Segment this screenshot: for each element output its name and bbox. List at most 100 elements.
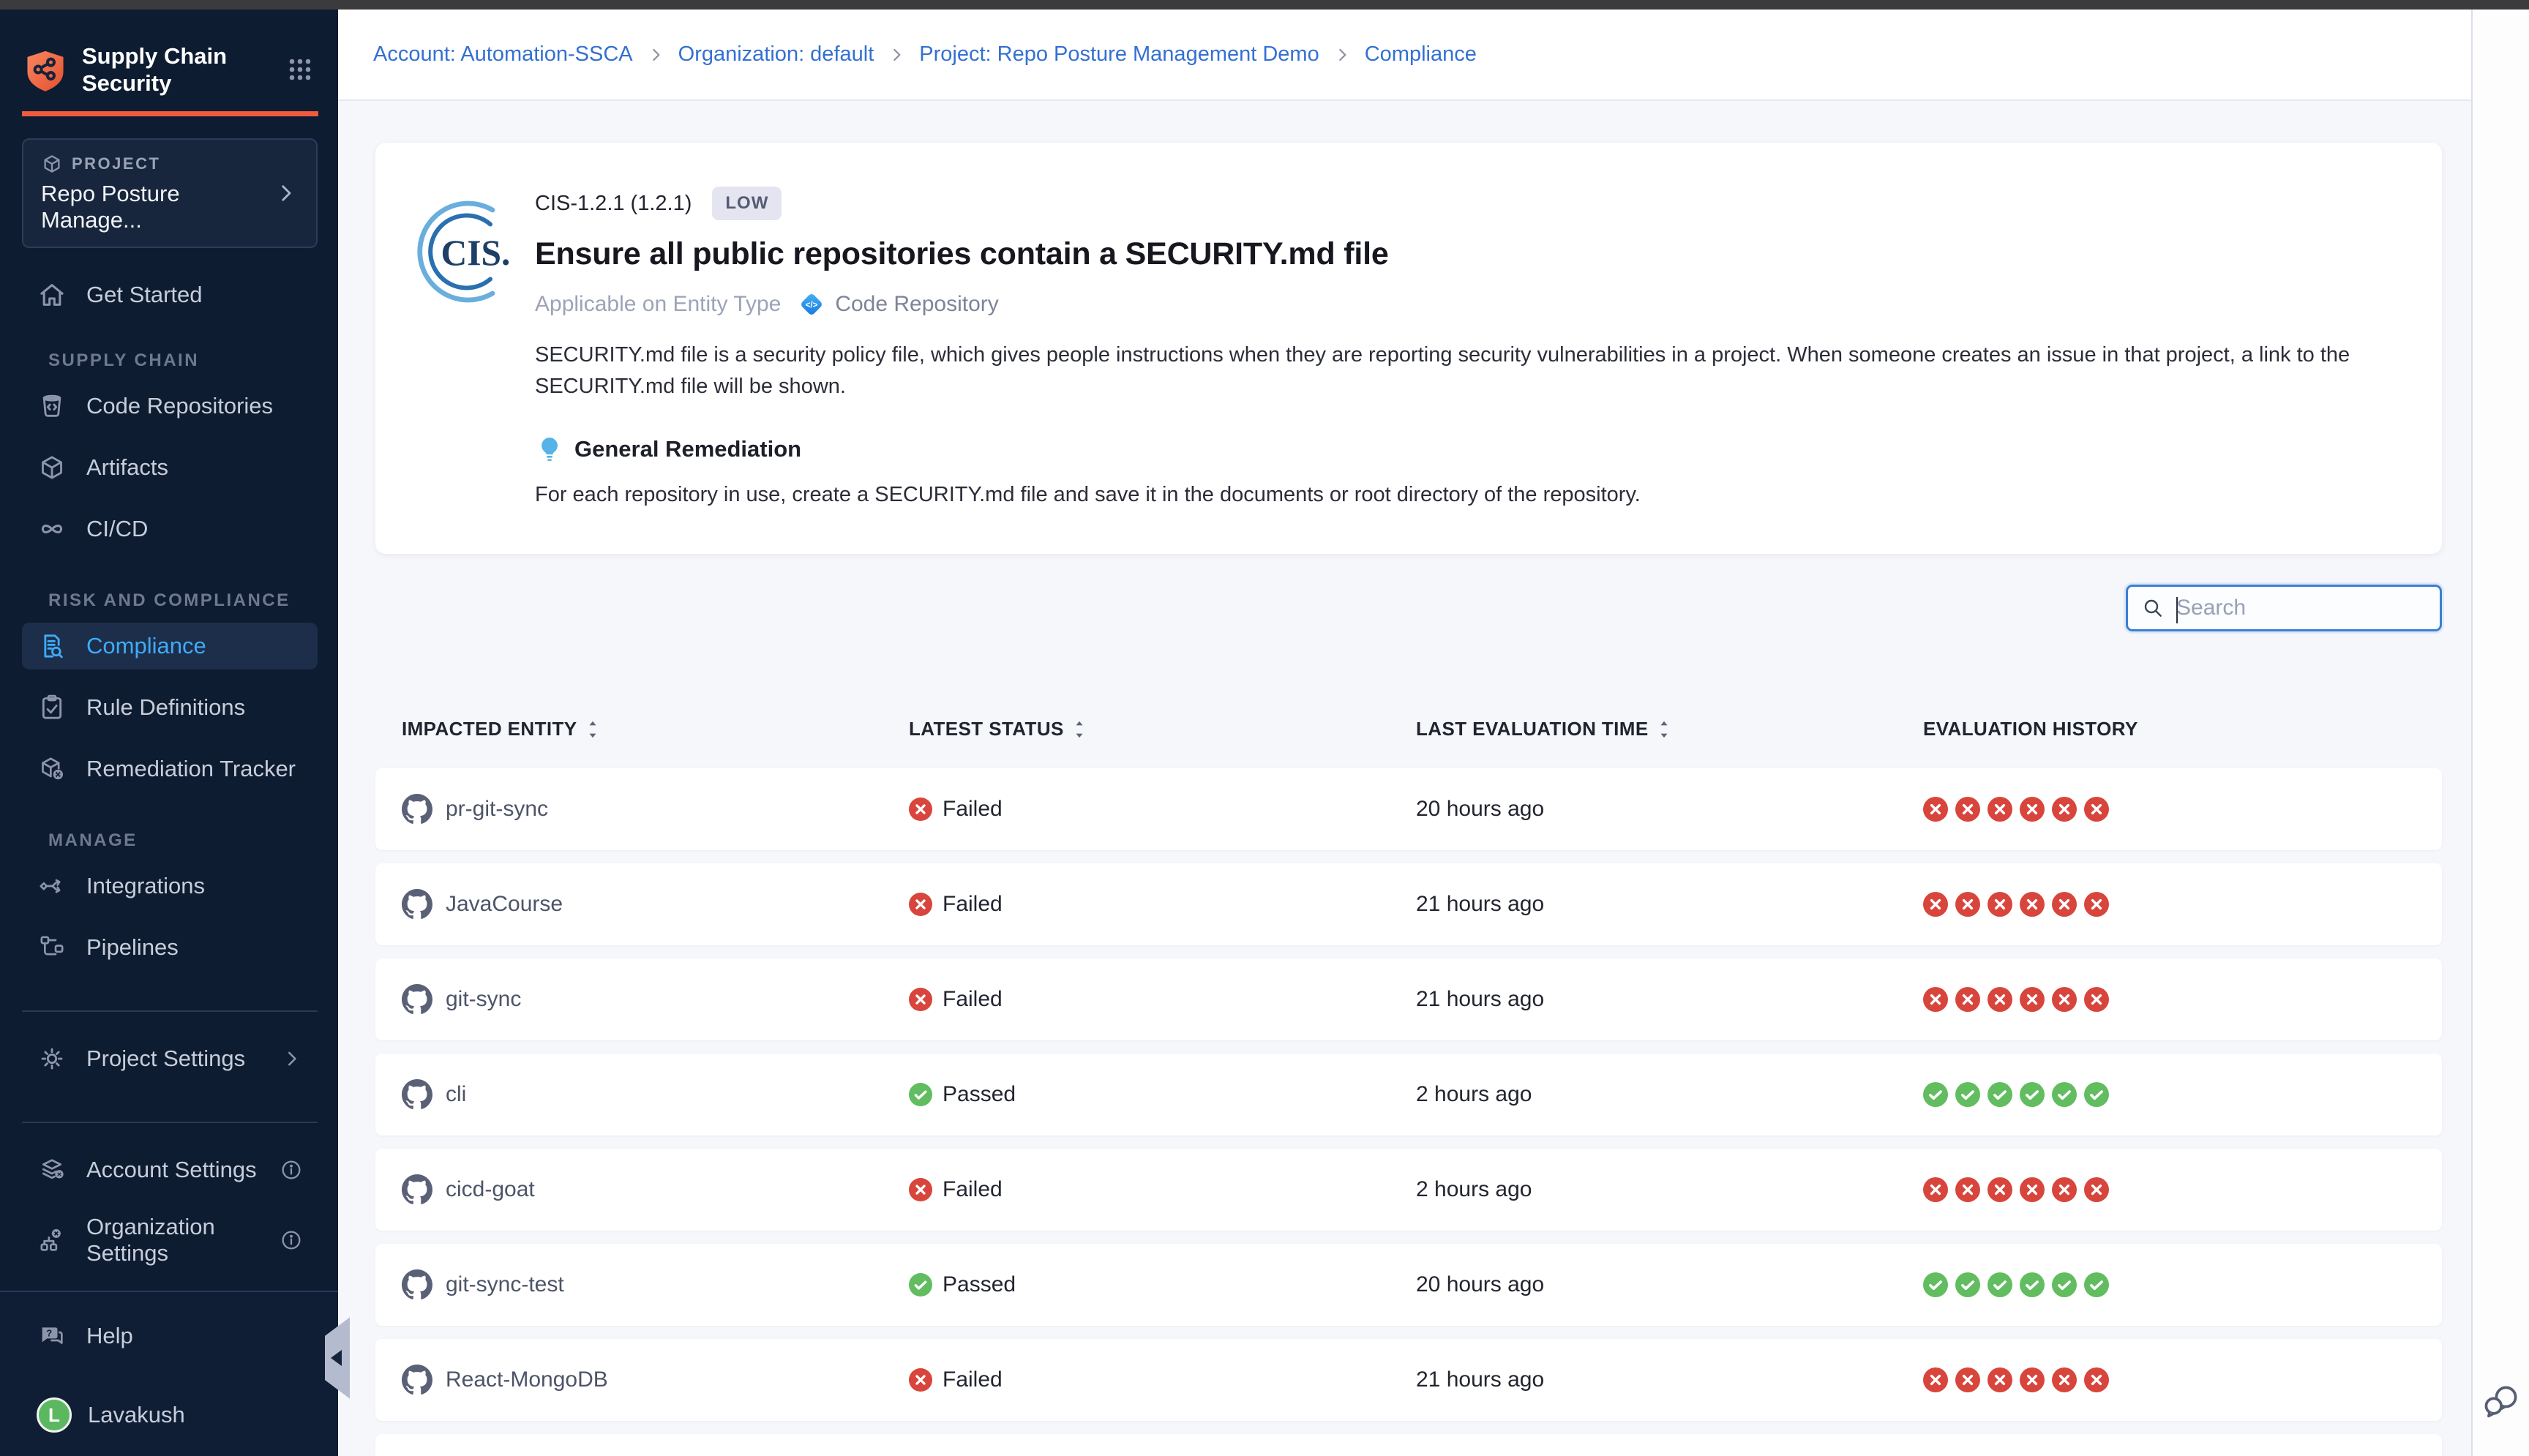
sidebar-item-account-settings[interactable]: Account Settings <box>22 1147 318 1193</box>
entity-name-link[interactable]: JavaCourse <box>446 892 563 917</box>
github-icon <box>402 1365 432 1395</box>
evaluation-history <box>1923 1082 2416 1107</box>
section-title-supply-chain: SUPPLY CHAIN <box>48 350 338 371</box>
entity-name-link[interactable]: cli <box>446 1082 466 1107</box>
entity-name-link[interactable]: cicd-goat <box>446 1177 535 1202</box>
history-fail-icon <box>1923 987 1948 1012</box>
entity-name-link[interactable]: React-MongoDB <box>446 1367 608 1392</box>
svg-text:CIS.: CIS. <box>441 233 511 273</box>
product-logo-row: Supply Chain Security <box>0 10 338 97</box>
history-fail-icon <box>2084 892 2109 917</box>
compliance-document-icon <box>37 631 67 661</box>
table-row[interactable]: git-sync-test Passed 20 hours ago <box>375 1244 2442 1326</box>
gear-icon <box>37 1043 67 1074</box>
latest-status-cell: Failed <box>909 1177 1416 1202</box>
history-pass-icon <box>2020 1082 2045 1107</box>
sidebar-item-get-started[interactable]: Get Started <box>22 271 318 318</box>
infinity-icon <box>37 514 67 544</box>
sidebar-item-help[interactable]: ? Help <box>22 1313 318 1359</box>
table-row[interactable]: cli Passed 2 hours ago <box>375 1054 2442 1136</box>
sidebar-item-pipelines[interactable]: Pipelines <box>22 924 318 971</box>
table-row[interactable]: git-sync Failed 21 hours ago <box>375 958 2442 1040</box>
sidebar-item-compliance[interactable]: Compliance <box>22 623 318 669</box>
status-icon <box>909 1083 932 1106</box>
table-row[interactable]: cicd-goat Failed 2 hours ago <box>375 1149 2442 1231</box>
info-icon[interactable] <box>280 1228 303 1252</box>
column-header-last-evaluation-time[interactable]: LAST EVALUATION TIME <box>1416 718 1923 740</box>
status-label: Failed <box>943 892 1003 917</box>
column-header-latest-status[interactable]: LATEST STATUS <box>909 718 1416 740</box>
code-repositories-icon <box>37 391 67 421</box>
layers-gear-icon <box>37 1155 67 1185</box>
chevron-right-icon <box>1333 45 1352 64</box>
sidebar-item-label: Help <box>86 1323 133 1349</box>
status-icon <box>909 988 932 1011</box>
cube-icon <box>41 153 63 175</box>
home-icon <box>37 279 67 310</box>
project-selector[interactable]: PROJECT Repo Posture Manage... <box>22 138 318 248</box>
table-row[interactable]: React-MongoDB Failed 21 hours ago <box>375 1339 2442 1421</box>
entity-name-link[interactable]: git-sync-test <box>446 1272 564 1297</box>
history-fail-icon <box>2020 797 2045 822</box>
supply-chain-security-logo-icon <box>22 46 69 93</box>
entity-name-link[interactable]: git-sync <box>446 987 521 1012</box>
rule-title: Ensure all public repositories contain a… <box>535 236 2398 272</box>
status-icon <box>909 1273 932 1296</box>
sidebar-item-label: Account Settings <box>86 1157 257 1183</box>
status-label: Failed <box>943 797 1003 822</box>
info-icon[interactable] <box>280 1158 303 1182</box>
github-icon <box>402 1174 432 1205</box>
product-title: Supply Chain Security <box>82 42 228 97</box>
sort-icon[interactable] <box>1657 718 1671 740</box>
sidebar-item-integrations[interactable]: Integrations <box>22 863 318 909</box>
support-chat-icon[interactable] <box>2481 1381 2522 1422</box>
box-gear-icon <box>37 754 67 784</box>
lightbulb-icon <box>535 435 564 464</box>
search-input[interactable] <box>2176 596 2427 620</box>
history-pass-icon <box>2084 1272 2109 1297</box>
app-switcher-grid-icon[interactable] <box>284 53 316 86</box>
remediation-text: For each repository in use, create a SEC… <box>535 483 2398 507</box>
sort-icon[interactable] <box>586 718 599 740</box>
table-row[interactable]: pr-git-sync Failed 20 hours ago <box>375 768 2442 850</box>
table-row[interactable] <box>375 1434 2442 1456</box>
top-bar: Account: Automation-SSCA Organization: d… <box>338 10 2471 101</box>
search-box[interactable] <box>2126 585 2442 631</box>
sidebar-item-remediation-tracker[interactable]: Remediation Tracker <box>22 746 318 792</box>
history-fail-icon <box>1955 1177 1980 1202</box>
entity-name-link[interactable]: pr-git-sync <box>446 797 548 822</box>
breadcrumb-project-link[interactable]: Project: Repo Posture Management Demo <box>919 42 1319 67</box>
history-fail-icon <box>2052 892 2077 917</box>
project-label: PROJECT <box>72 154 160 173</box>
breadcrumb-account-link[interactable]: Account: Automation-SSCA <box>373 42 633 67</box>
sidebar-item-cicd[interactable]: CI/CD <box>22 506 318 552</box>
user-menu[interactable]: L Lavakush <box>22 1392 318 1438</box>
table-row[interactable]: JavaCourse Failed 21 hours ago <box>375 863 2442 945</box>
sidebar-item-project-settings[interactable]: Project Settings <box>22 1035 318 1082</box>
sidebar-item-label: Pipelines <box>86 934 179 961</box>
status-icon <box>909 1178 932 1201</box>
integrations-icon <box>37 871 67 901</box>
rule-id: CIS-1.2.1 (1.2.1) <box>535 192 692 216</box>
history-fail-icon <box>1923 797 1948 822</box>
breadcrumb-compliance-link[interactable]: Compliance <box>1365 42 1477 67</box>
sidebar-item-code-repositories[interactable]: Code Repositories <box>22 383 318 429</box>
os-top-strip <box>0 0 2529 10</box>
history-fail-icon <box>1955 1367 1980 1392</box>
entity-type-chip: </> Code Repository <box>797 290 998 319</box>
breadcrumb-organization-link[interactable]: Organization: default <box>678 42 874 67</box>
history-fail-icon <box>1955 797 1980 822</box>
entity-type-label: Code Repository <box>835 292 998 317</box>
history-pass-icon <box>2084 1082 2109 1107</box>
sort-icon[interactable] <box>1073 718 1086 740</box>
status-icon <box>909 798 932 821</box>
sidebar-item-organization-settings[interactable]: Organization Settings <box>22 1217 318 1264</box>
history-fail-icon <box>2020 1367 2045 1392</box>
cis-logo: CIS. <box>413 197 523 507</box>
sidebar-item-artifacts[interactable]: Artifacts <box>22 444 318 491</box>
chevron-right-icon <box>646 45 665 64</box>
compliance-rows: pr-git-sync Failed 20 hours ago JavaCour… <box>375 768 2442 1456</box>
column-header-impacted-entity[interactable]: IMPACTED ENTITY <box>402 718 909 740</box>
history-pass-icon <box>1955 1272 1980 1297</box>
sidebar-item-rule-definitions[interactable]: Rule Definitions <box>22 684 318 731</box>
